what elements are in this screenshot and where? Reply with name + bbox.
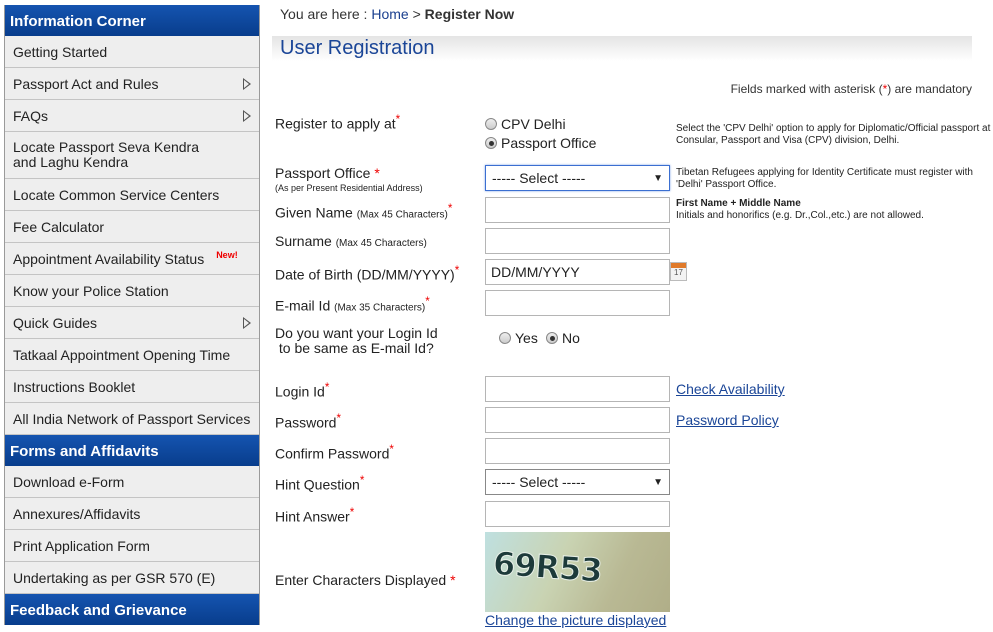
given-name-help: First Name + Middle Name Initials and hon…: [676, 198, 924, 221]
dropdown-arrow-icon: ▼: [653, 172, 663, 184]
dob-input[interactable]: DD/MM/YYYY: [485, 259, 670, 285]
sidebar-section-header: Information Corner: [5, 5, 259, 36]
sidebar-item[interactable]: Annexures/Affidavits: [5, 498, 259, 530]
captcha-label: Enter Characters Displayed *: [275, 572, 456, 588]
sidebar-item-label: Getting Started: [13, 43, 108, 60]
sidebar-item-label: Locate Common Service Centers: [13, 186, 220, 203]
sidebar-item[interactable]: FAQs: [5, 100, 259, 132]
password-label: Password*: [275, 412, 342, 431]
sidebar-item[interactable]: Instructions Booklet: [5, 371, 259, 403]
sidebar-item-label: Know your Police Station: [13, 282, 169, 299]
surname-label: Surname (Max 45 Characters): [275, 233, 427, 249]
submenu-arrow-icon: [243, 109, 251, 122]
login-id-label: Login Id*: [275, 381, 330, 400]
radio-icon[interactable]: [485, 118, 497, 130]
dob-label: Date of Birth (DD/MM/YYYY)*: [275, 264, 460, 283]
radio-login-same-yes[interactable]: Yes: [499, 330, 538, 346]
login-id-input[interactable]: [485, 376, 670, 402]
sidebar-item[interactable]: Fee Calculator: [5, 211, 259, 243]
email-input[interactable]: [485, 290, 670, 316]
sidebar-section-header: Feedback and Grievance: [5, 594, 259, 625]
sidebar: Information Corner Getting Started Passpor…: [4, 5, 260, 625]
confirm-password-input[interactable]: [485, 438, 670, 464]
register-at-help: Select the 'CPV Delhi' option to apply f…: [676, 123, 991, 146]
email-label: E-mail Id (Max 35 Characters)*: [275, 295, 430, 314]
sidebar-item-label: Quick Guides: [13, 314, 98, 331]
hint-question-select[interactable]: ----- Select ----- ▼: [485, 469, 670, 495]
submenu-arrow-icon: [243, 316, 251, 329]
password-input[interactable]: [485, 407, 670, 433]
calendar-icon[interactable]: 17: [670, 262, 687, 281]
register-at-label: Register to apply at*: [275, 113, 401, 132]
hint-answer-input[interactable]: [485, 501, 670, 527]
sidebar-item[interactable]: Tatkaal Appointment Opening Time: [5, 339, 259, 371]
surname-input[interactable]: [485, 228, 670, 254]
sidebar-item-label: Undertaking as per GSR 570 (E): [13, 569, 216, 586]
sidebar-item[interactable]: Print Application Form: [5, 530, 259, 562]
sidebar-section-header: Forms and Affidavits: [5, 435, 259, 466]
sidebar-item[interactable]: Locate Passport Seva Kendra and Laghu Ke…: [5, 132, 259, 179]
radio-selected-icon[interactable]: [485, 137, 497, 149]
check-availability-link[interactable]: Check Availability: [676, 381, 785, 397]
radio-passport-office[interactable]: Passport Office: [485, 135, 596, 151]
sidebar-item-label: Print Application Form: [13, 537, 150, 554]
password-policy-link[interactable]: Password Policy: [676, 412, 779, 428]
sidebar-item[interactable]: Locate Common Service Centers: [5, 179, 259, 211]
given-name-label: Given Name (Max 45 Characters)*: [275, 202, 453, 221]
radio-cpv-delhi[interactable]: CPV Delhi: [485, 116, 566, 132]
captcha-image: 69R53: [485, 532, 670, 612]
captcha-text: 69R53: [491, 544, 603, 590]
sidebar-item-label: Fee Calculator: [13, 218, 105, 235]
dropdown-arrow-icon: ▼: [653, 476, 663, 488]
passport-office-help: Tibetan Refugees applying for Identity C…: [676, 167, 973, 190]
breadcrumb: You are here : Home > Register Now: [280, 6, 514, 22]
breadcrumb-prefix: You are here :: [280, 6, 368, 22]
sidebar-item[interactable]: Appointment Availability Status New!: [5, 243, 259, 275]
mandatory-note: Fields marked with asterisk (*) are mand…: [730, 82, 972, 96]
breadcrumb-home-link[interactable]: Home: [371, 6, 408, 22]
page-title: User Registration: [272, 36, 972, 61]
submenu-arrow-icon: [243, 77, 251, 90]
sidebar-item[interactable]: Download e-Form: [5, 466, 259, 498]
hint-answer-label: Hint Answer*: [275, 506, 355, 525]
sidebar-item-label: All India Network of Passport Services: [13, 410, 251, 427]
sidebar-item-label: FAQs: [13, 107, 49, 124]
sidebar-item-label: Locate Passport Seva Kendra and Laghu Ke…: [13, 139, 200, 170]
radio-login-same-no[interactable]: No: [546, 330, 580, 346]
sidebar-item[interactable]: Undertaking as per GSR 570 (E): [5, 562, 259, 594]
passport-office-select[interactable]: ----- Select ----- ▼: [485, 165, 670, 191]
sidebar-item[interactable]: Getting Started: [5, 36, 259, 68]
given-name-input[interactable]: [485, 197, 670, 223]
sidebar-item-label: Passport Act and Rules: [13, 75, 159, 92]
sidebar-item-label: Instructions Booklet: [13, 378, 136, 395]
sidebar-item[interactable]: Know your Police Station: [5, 275, 259, 307]
sidebar-item[interactable]: Quick Guides: [5, 307, 259, 339]
sidebar-item-label: Download e-Form: [13, 473, 125, 490]
sidebar-item-label: Annexures/Affidavits: [13, 505, 141, 522]
new-badge: New!: [216, 249, 238, 260]
sidebar-item-label: Tatkaal Appointment Opening Time: [13, 346, 231, 363]
confirm-password-label: Confirm Password*: [275, 443, 394, 462]
breadcrumb-separator: >: [412, 6, 421, 22]
radio-selected-icon[interactable]: [546, 332, 558, 344]
radio-icon[interactable]: [499, 332, 511, 344]
sidebar-item[interactable]: All India Network of Passport Services: [5, 403, 259, 435]
sidebar-item[interactable]: Passport Act and Rules: [5, 68, 259, 100]
passport-office-label: Passport Office * (As per Present Residen…: [275, 165, 423, 193]
breadcrumb-current: Register Now: [424, 6, 515, 22]
login-same-label: Do you want your Login Id to be same as …: [275, 325, 438, 356]
change-captcha-link[interactable]: Change the picture displayed: [485, 612, 666, 628]
sidebar-item-label: Appointment Availability Status: [13, 250, 205, 267]
hint-question-label: Hint Question*: [275, 474, 365, 493]
